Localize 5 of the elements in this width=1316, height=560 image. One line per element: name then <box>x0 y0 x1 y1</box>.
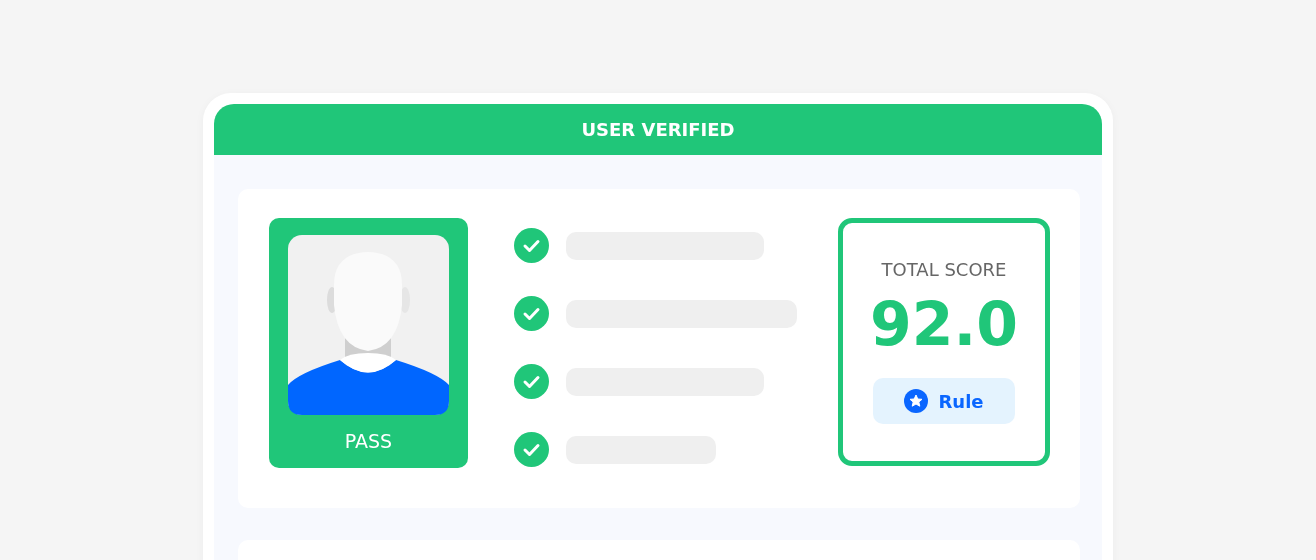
status-label: PASS <box>344 430 393 452</box>
header-title: USER VERIFIED <box>581 119 735 140</box>
badge-label: Rule <box>938 390 984 412</box>
score-value: 92.0 <box>869 294 1018 354</box>
score-label: TOTAL SCORE <box>881 259 1007 280</box>
